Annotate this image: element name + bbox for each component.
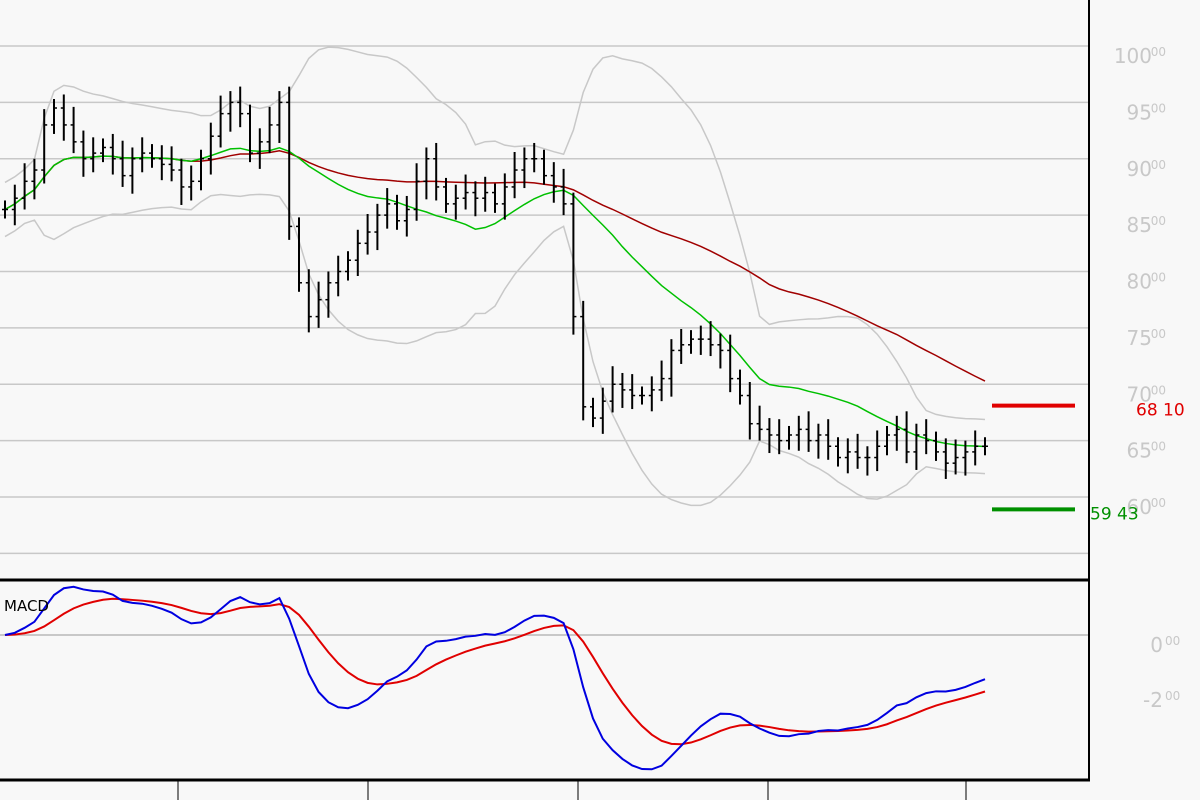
y-tick-label: 6500 xyxy=(1127,439,1166,463)
ohlc-bar xyxy=(492,183,498,213)
ohlc-bar xyxy=(462,174,469,210)
macd-line xyxy=(4,585,986,771)
ohlc-bar xyxy=(903,411,910,464)
ohlc-bar xyxy=(423,147,430,200)
ohlc-bar xyxy=(198,149,204,191)
ohlc-bar xyxy=(217,95,224,148)
ohlc-bar xyxy=(227,91,234,132)
ohlc-bar xyxy=(80,130,87,177)
ohlc-bar xyxy=(913,423,920,470)
price-marker-label: 59 43 xyxy=(1090,504,1139,524)
ohlc-bar xyxy=(766,418,773,454)
macd-label: MACD xyxy=(4,597,49,615)
y-tick-label: 7500 xyxy=(1127,326,1166,350)
y-tick-label: 8500 xyxy=(1127,213,1166,237)
ohlc-bar xyxy=(139,137,146,173)
ohlc-bar xyxy=(874,430,881,472)
ohlc-bar xyxy=(149,144,155,168)
ohlc-bar xyxy=(541,149,547,185)
ohlc-bar xyxy=(844,438,851,474)
ohlc-bar xyxy=(482,176,489,212)
ohlc-bar xyxy=(746,381,753,440)
ohlc-bar xyxy=(335,255,342,297)
ohlc-bar xyxy=(531,142,538,173)
ohlc-bar xyxy=(168,146,175,182)
ohlc-bar xyxy=(443,177,449,213)
ohlc-bar xyxy=(570,192,577,335)
ohlc-bar xyxy=(109,133,116,175)
ohlc-bar xyxy=(60,94,67,141)
ohlc-bar xyxy=(599,387,606,434)
ohlc-bar xyxy=(580,300,587,421)
ohlc-bar xyxy=(237,86,244,128)
ohlc-bar xyxy=(207,122,214,175)
y-tick-label: 8000 xyxy=(1127,270,1166,294)
ohlc-bar xyxy=(893,415,900,451)
ohlc-bar xyxy=(70,106,77,154)
ohlc-bar xyxy=(374,203,381,251)
ohlc-bar xyxy=(795,415,802,451)
ohlc-bar xyxy=(345,251,351,281)
ohlc-bar xyxy=(658,360,665,402)
ohlc-bar xyxy=(835,437,841,467)
ohlc-bar xyxy=(668,339,675,397)
ohlc-bar xyxy=(786,425,792,450)
macd-tick-decimal: 00 xyxy=(1165,634,1180,648)
price-marker-label: 68 10 xyxy=(1136,401,1185,421)
ohlc-bar xyxy=(31,158,38,200)
ohlc-bar xyxy=(933,431,939,461)
y-tick-label: 9500 xyxy=(1127,100,1166,124)
stock-chart: MACD 10000950090008500800075007000650060… xyxy=(0,0,1185,800)
ohlc-bar xyxy=(188,165,195,201)
ohlc-bar xyxy=(805,411,812,452)
ohlc-bar xyxy=(472,181,479,217)
ohlc-bar xyxy=(619,372,626,408)
macd-tick-label: -2 xyxy=(1143,688,1163,712)
macd-tick-decimal: 00 xyxy=(1165,689,1180,703)
ohlc-bar xyxy=(609,366,616,413)
ohlc-bar xyxy=(394,194,400,230)
ohlc-bar xyxy=(403,195,410,237)
ohlc-bar xyxy=(756,405,763,441)
ohlc-bar xyxy=(550,162,557,203)
ohlc-bar xyxy=(717,333,724,369)
ohlc-bar xyxy=(354,229,361,277)
ohlc-bar xyxy=(158,145,165,181)
ohlc-bar xyxy=(737,369,743,405)
ohlc-bar xyxy=(972,430,979,466)
ohlc-bar xyxy=(41,109,48,184)
ohlc-bar xyxy=(51,98,57,134)
ohlc-bar xyxy=(501,173,508,220)
ohlc-bar xyxy=(256,128,263,169)
ohlc-bar xyxy=(296,217,302,292)
ohlc-bar xyxy=(266,106,273,154)
ohlc-bar xyxy=(129,147,136,194)
ohlc-bar xyxy=(276,91,283,143)
ohlc-bar xyxy=(413,163,420,221)
ohlc-bar xyxy=(864,446,871,476)
ohlc-bar xyxy=(384,188,391,229)
ohlc-bar xyxy=(90,137,97,173)
ohlc-bar xyxy=(639,386,645,405)
ohlc-bar xyxy=(678,329,685,364)
y-tick-label: 10000 xyxy=(1114,44,1166,68)
ohlc-bar xyxy=(688,330,694,354)
ohlc-bar xyxy=(648,376,655,412)
ohlc-bar xyxy=(178,158,185,205)
ohlc-bar xyxy=(854,433,861,469)
macd-signal-line xyxy=(4,597,986,746)
ohlc-bar xyxy=(923,419,930,455)
ohlc-bar xyxy=(697,325,704,355)
ohlc-bar xyxy=(590,397,596,428)
ohlc-bar xyxy=(325,271,332,318)
y-tick-label: 9000 xyxy=(1127,157,1166,181)
macd-tick-label: 0 xyxy=(1150,633,1163,657)
ohlc-bar xyxy=(825,419,832,460)
ohlc-bar xyxy=(629,374,636,410)
ohlc-bar xyxy=(119,140,126,187)
ohlc-bar xyxy=(364,213,371,255)
ohlc-bar xyxy=(433,142,440,201)
